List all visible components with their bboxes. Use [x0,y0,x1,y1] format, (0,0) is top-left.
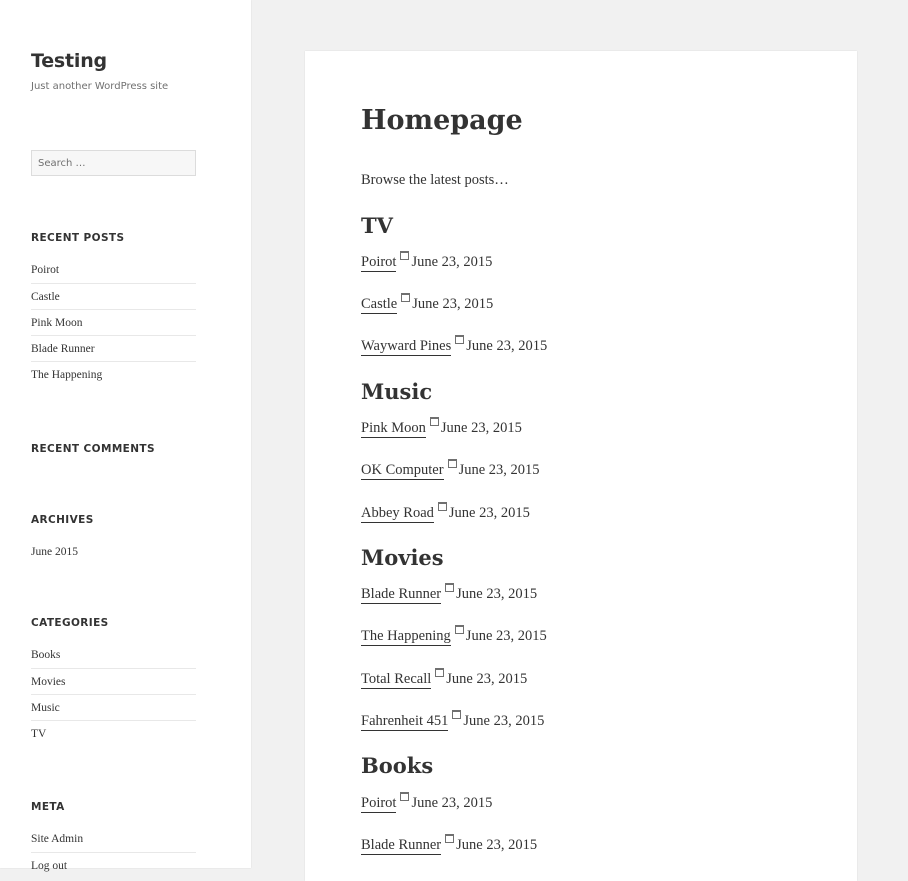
archive-link[interactable]: June 2015 [31,546,78,558]
recent-comments-title: RECENT COMMENTS [31,443,155,455]
list-item: Movies [31,668,196,694]
post-entry: Fahrenheit 451 June 23, 2015 [361,710,545,731]
post-entry: Poirot June 23, 2015 [361,251,493,272]
category-link[interactable]: TV [31,728,46,740]
post-entry: OK Computer June 23, 2015 [361,459,540,480]
archives-list: June 2015 [31,539,196,565]
intro-text: Browse the latest posts… [361,172,509,188]
post-entry: Total Recall June 23, 2015 [361,668,528,689]
site-admin-link[interactable]: Site Admin [31,833,83,845]
list-item: Site Admin [31,826,196,852]
section-title-books: Books [361,753,434,778]
post-entry: Abbey Road June 23, 2015 [361,502,530,523]
calendar-icon [445,583,455,592]
post-link[interactable]: Abbey Road [361,505,434,523]
post-entry: Pink Moon June 23, 2015 [361,417,522,438]
section-title-movies: Movies [361,545,444,570]
sidebar: Testing Just another WordPress site RECE… [0,0,251,872]
category-link[interactable]: Movies [31,676,66,688]
post-link[interactable]: Castle [361,296,398,314]
post-date: June 23, 2015 [448,505,530,521]
post-link[interactable]: Poirot [361,254,397,272]
calendar-icon [400,792,410,801]
post-link[interactable]: Blade Runner [361,837,442,855]
list-item: Books [31,642,196,668]
post-entry: The Happening June 23, 2015 [361,625,547,646]
calendar-icon [400,251,410,260]
list-item: June 2015 [31,539,196,565]
recent-post-link[interactable]: The Happening [31,369,102,381]
calendar-icon [454,625,464,634]
section-title-tv: TV [361,213,393,238]
post-date: June 23, 2015 [412,296,494,312]
post-date: June 23, 2015 [458,462,540,478]
list-item: The Happening [31,361,196,387]
post-link[interactable]: Poirot [361,795,397,813]
calendar-icon [445,834,455,843]
post-date: June 23, 2015 [466,338,548,354]
meta-title: META [31,801,65,813]
list-item: Blade Runner [31,335,196,361]
post-link[interactable]: Pink Moon [361,420,426,438]
site-description: Just another WordPress site [31,81,169,92]
list-item: Poirot [31,257,196,283]
post-date: June 23, 2015 [465,628,547,644]
calendar-icon [401,293,411,302]
recent-posts-title: RECENT POSTS [31,232,125,244]
calendar-icon [455,335,465,344]
post-link[interactable]: The Happening [361,628,451,646]
post-date: June 23, 2015 [456,586,538,602]
post-link[interactable]: Blade Runner [361,586,442,604]
recent-post-link[interactable]: Pink Moon [31,317,82,329]
main-content: Homepage Browse the latest posts… TV Poi… [305,51,857,881]
post-date: June 23, 2015 [463,713,545,729]
calendar-icon [437,502,447,511]
post-date: June 23, 2015 [411,254,493,270]
list-item: Music [31,694,196,720]
calendar-icon [435,668,445,677]
recent-post-link[interactable]: Blade Runner [31,343,95,355]
category-link[interactable]: Music [31,702,60,714]
post-entry: Wayward Pines June 23, 2015 [361,335,548,356]
post-date: June 23, 2015 [411,795,493,811]
calendar-icon [452,710,462,719]
list-item: TV [31,720,196,746]
categories-list: Books Movies Music TV [31,642,196,746]
meta-list: Site Admin Log out [31,826,196,878]
section-title-music: Music [361,379,433,404]
post-entry: Blade Runner June 23, 2015 [361,834,538,855]
post-date: June 23, 2015 [456,837,538,853]
post-date: June 23, 2015 [446,671,528,687]
list-item: Pink Moon [31,309,196,335]
post-entry: Blade Runner June 23, 2015 [361,583,538,604]
post-link[interactable]: Total Recall [361,671,432,689]
categories-title: CATEGORIES [31,617,109,629]
site-title-link[interactable]: Testing [31,50,107,72]
calendar-icon [447,459,457,468]
category-link[interactable]: Books [31,649,60,661]
post-link[interactable]: Wayward Pines [361,338,452,356]
archives-title: ARCHIVES [31,514,94,526]
post-entry: Castle June 23, 2015 [361,293,494,314]
log-out-link[interactable]: Log out [31,860,67,872]
recent-post-link[interactable]: Poirot [31,264,59,276]
list-item: Log out [31,852,196,878]
page-title: Homepage [361,105,523,136]
recent-post-link[interactable]: Castle [31,291,60,303]
post-entry: Poirot June 23, 2015 [361,792,493,813]
calendar-icon [429,417,439,426]
post-link[interactable]: OK Computer [361,462,444,480]
list-item: Castle [31,283,196,309]
recent-posts-list: Poirot Castle Pink Moon Blade Runner The… [31,257,196,387]
post-date: June 23, 2015 [440,420,522,436]
post-link[interactable]: Fahrenheit 451 [361,713,449,731]
search-input[interactable] [31,150,196,176]
